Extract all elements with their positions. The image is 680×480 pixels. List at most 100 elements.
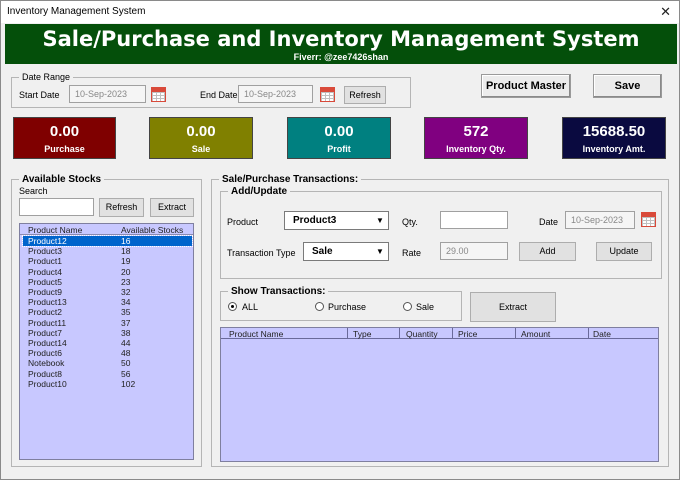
product-name-cell: Product13	[28, 297, 67, 308]
column-header-product-name: Product Name	[229, 329, 284, 339]
transaction-date-field[interactable]: 10-Sep-2023	[565, 211, 635, 229]
available-stocks-cell: 35	[121, 307, 131, 318]
list-item[interactable]: Product11 37	[23, 318, 192, 328]
available-stocks-cell: 48	[121, 348, 131, 359]
list-item[interactable]: Product3 18	[23, 246, 192, 256]
rate-label: Rate	[402, 248, 422, 258]
transaction-type-select[interactable]: Sale ▼	[303, 242, 389, 261]
product-name-cell: Product2	[28, 307, 63, 318]
column-header-type: Type	[353, 329, 372, 339]
radio-all[interactable]	[228, 302, 237, 311]
column-header-price: Price	[458, 329, 478, 339]
purchase-card: 0.00 Purchase	[13, 117, 116, 159]
add-button[interactable]: Add	[519, 242, 576, 261]
qty-label: Qty.	[402, 217, 418, 227]
radio-purchase-label: Purchase	[328, 302, 367, 312]
product-name-cell: Product1	[28, 256, 63, 267]
close-icon[interactable]: ✕	[660, 4, 671, 20]
date-range-legend: Date Range	[19, 72, 74, 83]
end-date-label: End Date	[200, 90, 238, 100]
available-stocks-cell: 44	[121, 338, 131, 348]
list-item[interactable]: Product2 35	[23, 307, 192, 317]
list-item[interactable]: Product12 16	[22, 235, 193, 247]
search-label: Search	[19, 186, 48, 196]
chevron-down-icon[interactable]: ▼	[373, 244, 387, 259]
list-item[interactable]: Product8 56	[23, 369, 192, 379]
date-refresh-button[interactable]: Refresh	[344, 86, 386, 104]
search-input[interactable]	[19, 198, 94, 216]
product-select[interactable]: Product3 ▼	[284, 211, 389, 230]
transaction-type-selected-value: Sale	[312, 246, 333, 257]
list-item[interactable]: Product7 38	[23, 328, 192, 338]
available-stocks-cell: 16	[121, 236, 131, 246]
inventory-amt-caption: Inventory Amt.	[582, 144, 646, 154]
update-button[interactable]: Update	[596, 242, 652, 261]
transactions-table[interactable]: Product Name Type Quantity Price Amount …	[220, 327, 659, 462]
rate-input[interactable]: 29.00	[440, 242, 508, 260]
list-item[interactable]: Product4 20	[23, 267, 192, 277]
sale-card: 0.00 Sale	[149, 117, 253, 159]
available-stocks-cell: 32	[121, 287, 131, 297]
app-window: Inventory Management System ✕ Sale/Purch…	[0, 0, 680, 480]
product-name-cell: Product7	[28, 327, 63, 338]
available-stocks-cell: 18	[121, 246, 131, 257]
list-item[interactable]: Product1 19	[23, 256, 192, 266]
available-stocks-cell: 37	[121, 317, 131, 328]
radio-purchase[interactable]	[315, 302, 324, 311]
end-date-field[interactable]: 10-Sep-2023	[238, 85, 313, 103]
product-master-button[interactable]: Product Master	[481, 74, 571, 98]
start-date-field[interactable]: 10-Sep-2023	[69, 85, 146, 103]
stocks-extract-button[interactable]: Extract	[150, 198, 194, 217]
inventory-amt-value: 15688.50	[582, 123, 646, 140]
sale-value: 0.00	[186, 123, 216, 140]
transactions-table-header: Product Name Type Quantity Price Amount …	[221, 328, 658, 339]
calendar-icon[interactable]	[641, 212, 656, 227]
save-button[interactable]: Save	[593, 74, 662, 98]
available-stocks-cell: 102	[121, 378, 136, 389]
list-item[interactable]: Product14 44	[23, 338, 192, 348]
list-item[interactable]: Product9 32	[23, 287, 192, 297]
stocks-list[interactable]: Product Name Available Stocks Product12 1…	[19, 223, 194, 460]
list-item[interactable]: Product13 34	[23, 297, 192, 307]
calendar-icon[interactable]	[151, 87, 166, 102]
add-update-group: Add/Update	[220, 186, 662, 279]
radio-all-label: ALL	[242, 302, 259, 312]
add-update-legend: Add/Update	[228, 186, 291, 197]
list-item[interactable]: Notebook 50	[23, 358, 192, 368]
show-transactions-legend: Show Transactions:	[228, 286, 329, 297]
list-item[interactable]: Product10 102	[23, 379, 192, 389]
product-label: Product	[227, 217, 259, 227]
header-banner: Sale/Purchase and Inventory Management S…	[5, 24, 677, 64]
product-name-cell: Product11	[28, 317, 67, 328]
qty-input[interactable]	[440, 211, 508, 229]
list-item[interactable]: Product5 23	[23, 277, 192, 287]
product-name-cell: Notebook	[28, 358, 65, 369]
window-title: Inventory Management System	[7, 6, 146, 17]
available-stocks-cell: 38	[121, 327, 131, 338]
available-stocks-legend: Available Stocks	[19, 174, 105, 185]
start-date-label: Start Date	[19, 90, 60, 100]
product-name-cell: Product3	[28, 246, 63, 257]
inventory-qty-value: 572	[463, 123, 489, 140]
product-name-cell: Product6	[28, 348, 63, 359]
list-item[interactable]: Product6 48	[23, 348, 192, 358]
column-header-quantity: Quantity	[406, 329, 438, 339]
transactions-extract-button[interactable]: Extract	[470, 292, 556, 322]
radio-sale-label: Sale	[416, 302, 435, 312]
stocks-list-header: Product Name Available Stocks	[20, 224, 193, 235]
available-stocks-cell: 56	[121, 368, 131, 379]
radio-sale[interactable]	[403, 302, 412, 311]
chevron-down-icon[interactable]: ▼	[373, 213, 387, 228]
product-name-cell: Product4	[28, 266, 63, 277]
date-label: Date	[539, 217, 559, 227]
profit-caption: Profit	[327, 144, 351, 154]
inventory-amt-card: 15688.50 Inventory Amt.	[562, 117, 666, 159]
product-selected-value: Product3	[293, 215, 337, 226]
purchase-caption: Purchase	[44, 144, 85, 154]
stocks-refresh-button[interactable]: Refresh	[99, 198, 144, 217]
profit-value: 0.00	[324, 123, 354, 140]
product-name-cell: Product5	[28, 276, 63, 287]
product-name-cell: Product9	[28, 287, 63, 297]
inventory-qty-card: 572 Inventory Qty.	[424, 117, 528, 159]
calendar-icon[interactable]	[320, 87, 335, 102]
